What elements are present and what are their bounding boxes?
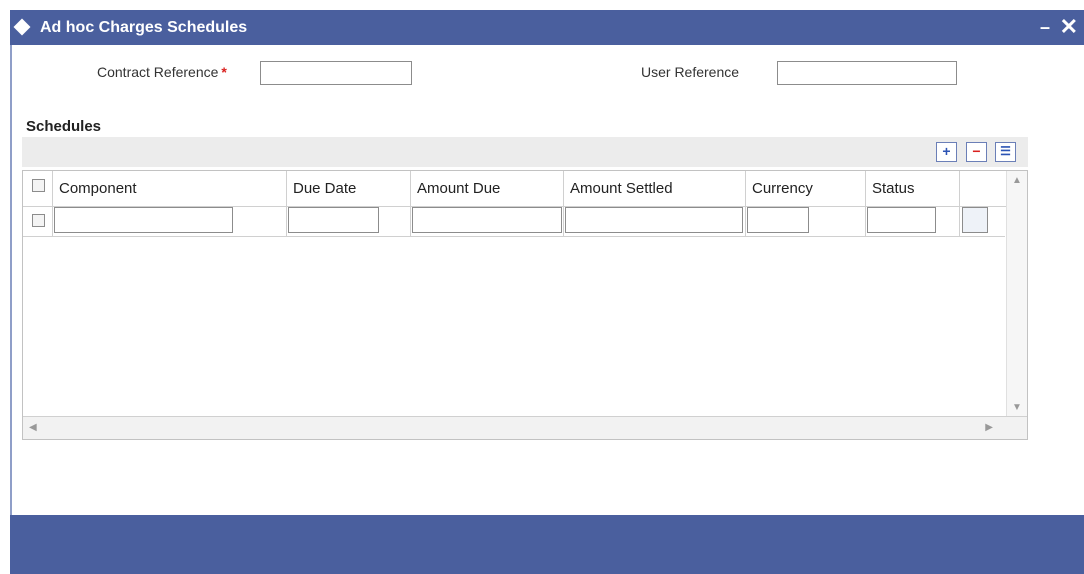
column-status[interactable]: Status [866, 171, 960, 206]
scroll-up-icon[interactable]: ▲ [1012, 175, 1022, 186]
grid-header: Component Due Date Amount Due Amount Set… [23, 171, 1027, 207]
column-amount-due[interactable]: Amount Due [411, 171, 564, 206]
schedules-grid: Component Due Date Amount Due Amount Set… [22, 170, 1028, 440]
amount-due-cell [411, 206, 564, 236]
schedules-title: Schedules [26, 118, 102, 135]
single-view-button[interactable]: ☰ [995, 142, 1016, 162]
scroll-down-icon[interactable]: ▼ [1012, 402, 1022, 413]
column-amount-settled[interactable]: Amount Settled [564, 171, 746, 206]
due-date-input[interactable] [288, 207, 379, 233]
window-titlebar: Ad hoc Charges Schedules – ✕ [10, 10, 1084, 45]
required-marker: * [221, 64, 227, 80]
user-reference-input[interactable] [777, 61, 957, 85]
contract-reference-input[interactable] [260, 61, 412, 85]
diamond-icon [13, 18, 31, 36]
row-checkbox[interactable] [32, 214, 45, 227]
minimize-button[interactable]: – [1040, 17, 1050, 38]
row-select-cell [23, 206, 53, 236]
currency-cell [746, 206, 866, 236]
status-input[interactable] [867, 207, 936, 233]
close-button[interactable]: ✕ [1060, 14, 1078, 40]
window-title: Ad hoc Charges Schedules [40, 19, 248, 36]
amount-settled-cell [564, 206, 746, 236]
column-component[interactable]: Component [53, 171, 287, 206]
delete-row-button[interactable]: − [966, 142, 987, 162]
user-reference-label: User Reference [641, 64, 740, 80]
component-cell [53, 206, 287, 236]
window-footer [10, 515, 1084, 574]
scroll-left-icon[interactable]: ◀ [29, 422, 37, 433]
amount-due-input[interactable] [412, 207, 562, 233]
vertical-scrollbar[interactable]: ▲ ▼ [1006, 171, 1027, 417]
header-select-cell [23, 171, 53, 206]
scroll-right-icon[interactable]: ▶ [985, 422, 993, 433]
select-all-checkbox[interactable] [32, 179, 45, 192]
status-cell [866, 206, 960, 236]
schedules-toolbar [22, 137, 1028, 167]
component-input[interactable] [54, 207, 233, 233]
currency-input[interactable] [747, 207, 809, 233]
due-date-cell [287, 206, 411, 236]
detail-button[interactable] [962, 207, 988, 233]
window-left-border [10, 45, 12, 515]
detail-cell [960, 206, 1005, 236]
amount-settled-input[interactable] [565, 207, 743, 233]
contract-reference-label-wrap: Contract Reference * [97, 64, 227, 80]
add-row-button[interactable]: + [936, 142, 957, 162]
contract-reference-label: Contract Reference [97, 64, 219, 80]
column-currency[interactable]: Currency [746, 171, 866, 206]
table-row [23, 206, 1005, 237]
horizontal-scrollbar[interactable]: ◀ ▶ [23, 416, 1027, 439]
column-due-date[interactable]: Due Date [287, 171, 411, 206]
